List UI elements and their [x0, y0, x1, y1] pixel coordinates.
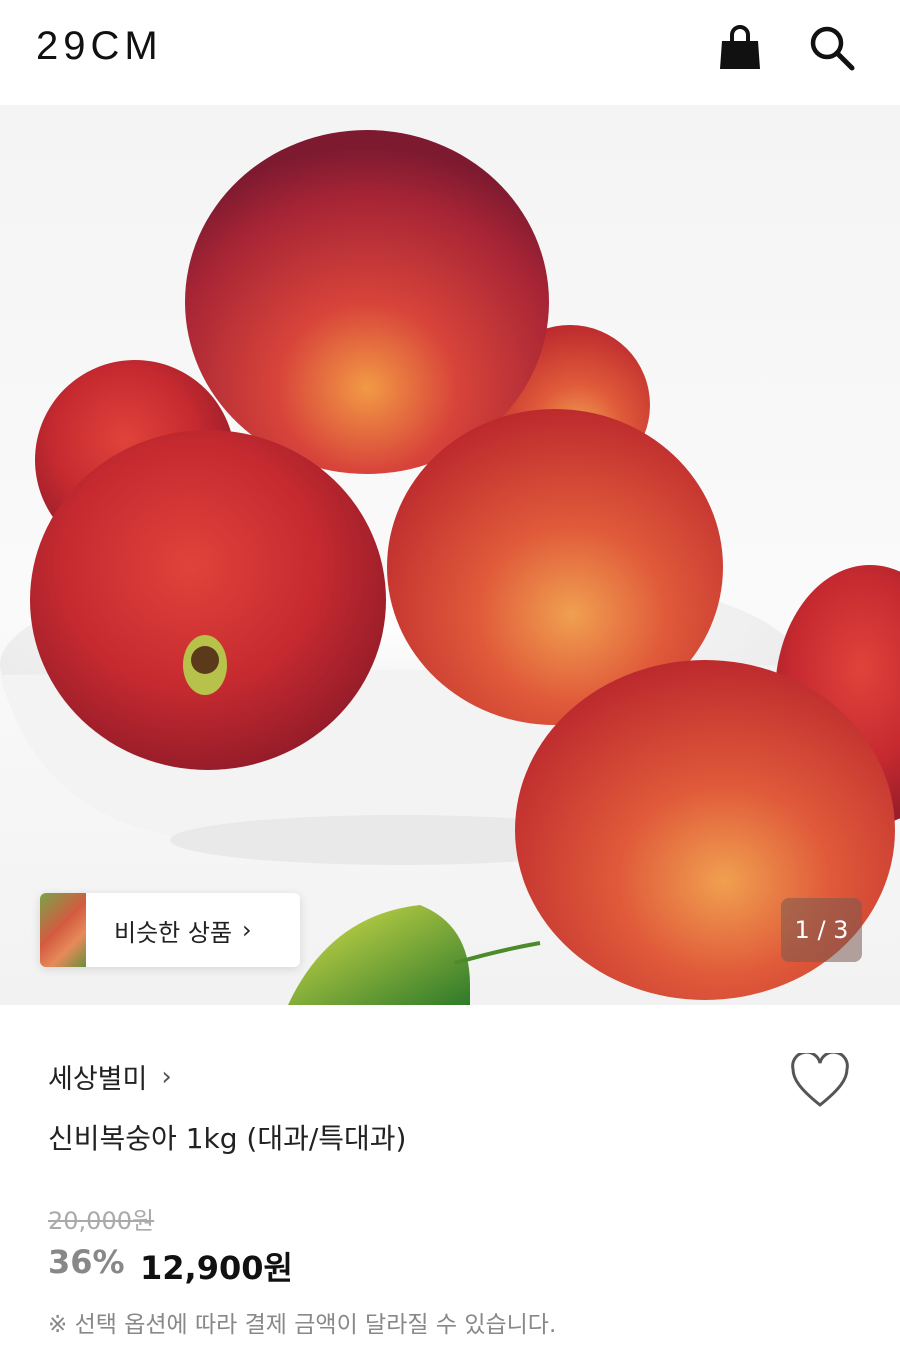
- chevron-right-icon: ›: [161, 1061, 172, 1092]
- product-image-gallery[interactable]: [0, 105, 900, 1005]
- sale-price: 12,900원: [140, 1249, 293, 1287]
- chevron-right-icon: ›: [242, 916, 252, 944]
- similar-products-label: 비슷한 상품: [114, 918, 233, 947]
- shopping-bag-icon[interactable]: [716, 24, 764, 72]
- similar-product-thumbnail: [40, 893, 86, 967]
- similar-products-button[interactable]: 비슷한 상품 ›: [40, 893, 300, 967]
- image-page-counter: 1 / 3: [781, 898, 862, 962]
- heart-icon[interactable]: [790, 1050, 850, 1109]
- original-price: 20,000원: [48, 1207, 155, 1235]
- product-title: 신비복숭아 1kg (대과/특대과): [48, 1122, 407, 1155]
- price-notice: ※ 선택 옵션에 따라 결제 금액이 달라질 수 있습니다.: [48, 1312, 557, 1338]
- discount-rate: 36%: [48, 1243, 125, 1281]
- product-photo: [0, 130, 900, 1005]
- brand-link[interactable]: 세상별미 ›: [48, 1057, 172, 1096]
- search-icon[interactable]: [808, 24, 856, 72]
- product-info-section: 세상별미 › 신비복숭아 1kg (대과/특대과) 20,000원 36% 12…: [0, 1005, 900, 1350]
- app-logo[interactable]: 29CM: [36, 24, 163, 69]
- brand-name: 세상별미: [48, 1064, 148, 1095]
- top-navigation-bar: 29CM: [0, 0, 900, 105]
